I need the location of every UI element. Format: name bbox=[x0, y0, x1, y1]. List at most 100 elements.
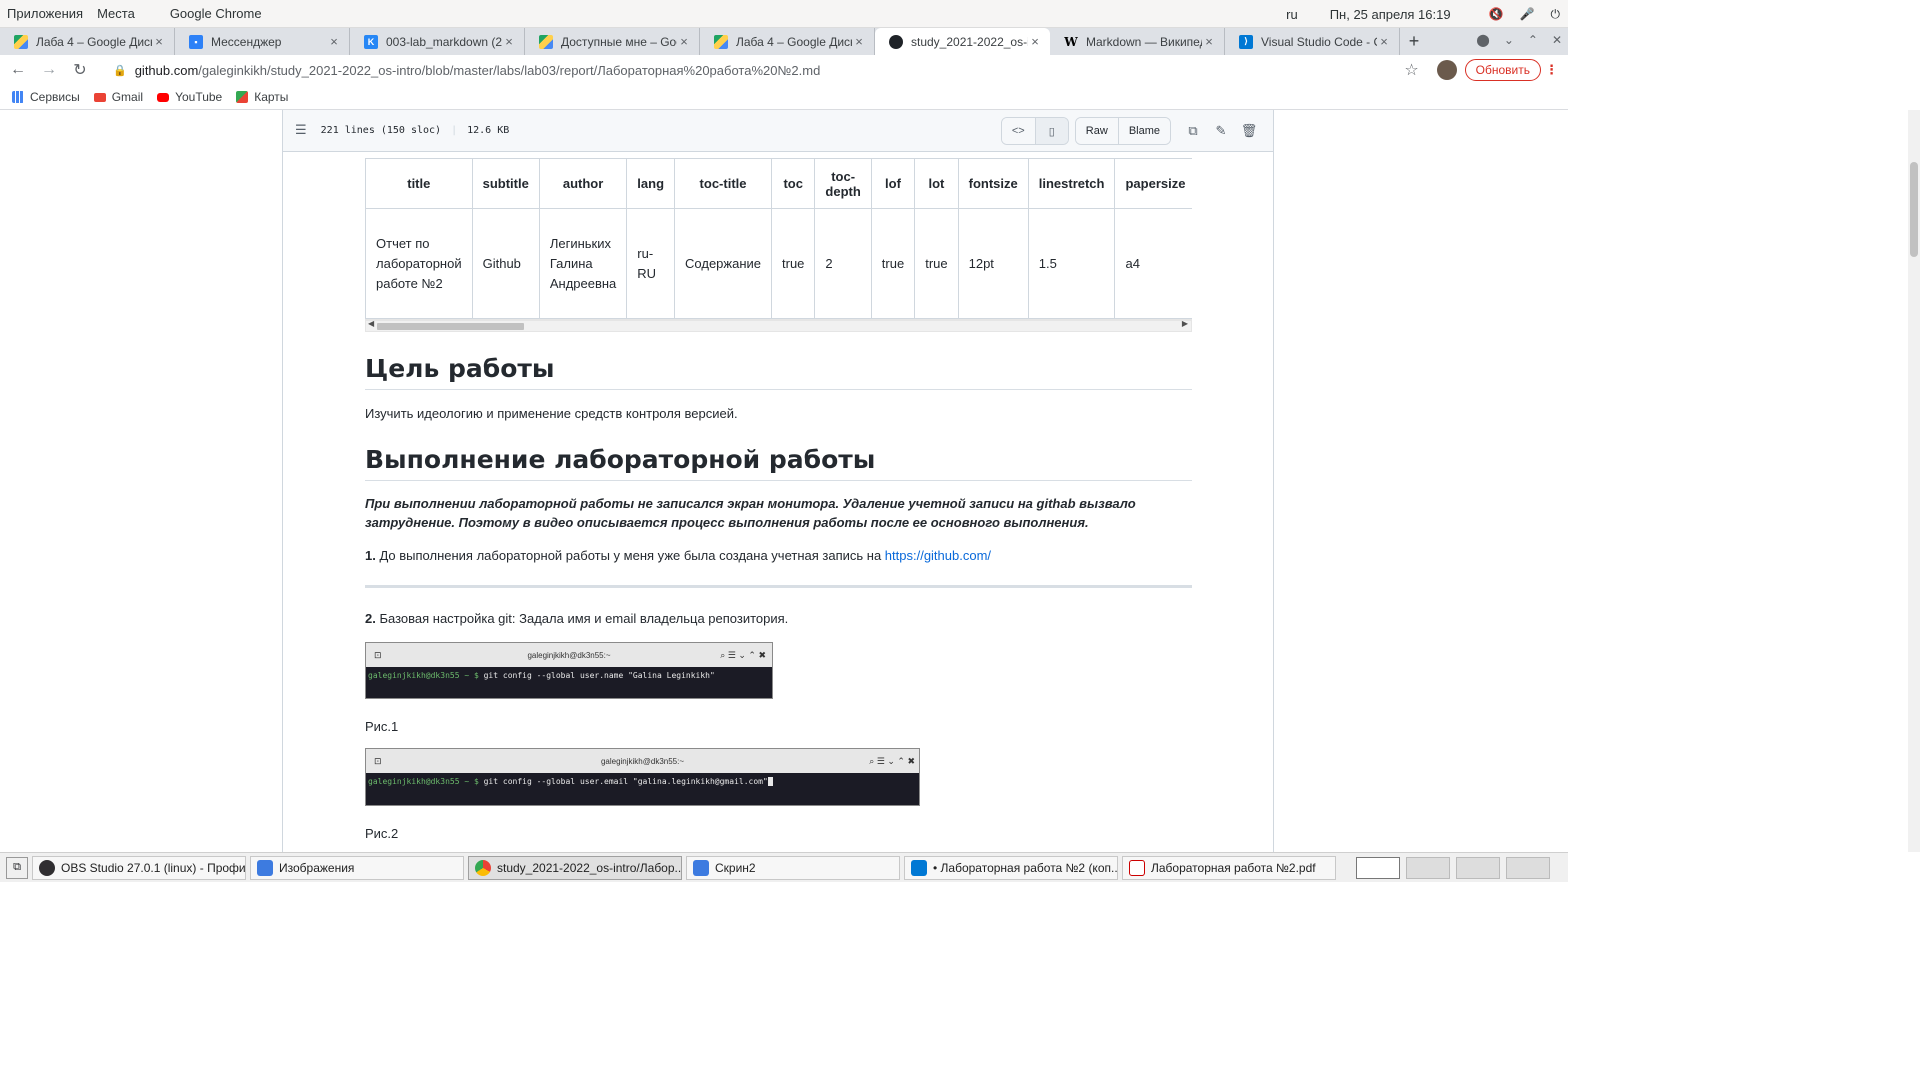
tab-title: Visual Studio Code - Code bbox=[1261, 34, 1377, 49]
code-view-icon[interactable]: <> bbox=[1001, 118, 1035, 144]
power-menu-icon[interactable]: ⏻ bbox=[1551, 7, 1561, 22]
terminal-buttons: ⌕ ☰ ⌄ ⌃ ✖ bbox=[720, 649, 766, 660]
table-cell: a4 bbox=[1114, 208, 1192, 319]
terminal-line: galeginjkikh@dk3n55 ~ $ git config --glo… bbox=[366, 773, 919, 790]
scrollbar-thumb[interactable] bbox=[377, 323, 524, 330]
keyboard-layout[interactable]: ru bbox=[1286, 7, 1298, 22]
table-header-row: title subtitle author lang toc-title toc… bbox=[365, 158, 1192, 209]
tab-strip: Лаба 4 – Google Диск × ▪ Мессенджер × K … bbox=[0, 28, 1568, 55]
update-chrome-button[interactable]: Обновить bbox=[1464, 59, 1541, 81]
chevron-up-icon[interactable]: ⌃ bbox=[1528, 33, 1538, 47]
outline-list-icon[interactable]: ☰ bbox=[295, 123, 307, 138]
preview-file-icon[interactable]: ▯ bbox=[1034, 118, 1068, 144]
tab-google-drive-1[interactable]: Лаба 4 – Google Диск × bbox=[0, 28, 175, 55]
tab-pdf[interactable]: K 003-lab_markdown (2).pdf × bbox=[350, 28, 525, 55]
line-count: 221 lines (150 sloc) bbox=[320, 125, 442, 136]
table-header: fontsize bbox=[957, 158, 1029, 209]
close-icon[interactable]: × bbox=[1028, 34, 1042, 49]
step-1-paragraph: 1. До выполнения лабораторной работы у м… bbox=[365, 546, 1192, 565]
address-bar[interactable]: 🔒 github.com/galeginkikh/study_2021-2022… bbox=[113, 57, 1404, 83]
show-desktop-icon[interactable]: ⧉ bbox=[6, 856, 28, 879]
divider: | bbox=[451, 125, 458, 136]
close-icon[interactable]: × bbox=[152, 34, 166, 49]
bookmark-youtube[interactable]: YouTube bbox=[157, 90, 222, 104]
gmail-icon bbox=[93, 92, 106, 102]
step-number: 1. bbox=[365, 548, 376, 563]
tab-title: 003-lab_markdown (2).pdf bbox=[386, 34, 502, 49]
vscode-icon bbox=[911, 859, 927, 876]
tab-vscode[interactable]: ⟩ Visual Studio Code - Code × bbox=[1225, 28, 1400, 55]
taskbar-obs[interactable]: OBS Studio 27.0.1 (linux) - Профи... bbox=[32, 855, 246, 880]
tab-github-active[interactable]: study_2021-2022_os-intro × bbox=[875, 28, 1050, 55]
workspace-4[interactable] bbox=[1506, 856, 1550, 879]
terminal-cursor bbox=[767, 777, 773, 786]
apps-menu[interactable]: Приложения bbox=[7, 6, 83, 21]
bookmark-services[interactable]: Сервисы bbox=[12, 90, 80, 104]
close-icon[interactable]: × bbox=[1377, 34, 1391, 49]
table-horizontal-scrollbar[interactable]: ◀ ▶ bbox=[365, 319, 1192, 332]
reload-icon[interactable]: ↻ bbox=[67, 60, 93, 80]
chrome-icon bbox=[475, 859, 491, 876]
tab-messenger[interactable]: ▪ Мессенджер × bbox=[175, 28, 350, 55]
taskbar-images[interactable]: Изображения bbox=[250, 855, 464, 880]
table-cell: Легиньких Галина Андреевна bbox=[538, 208, 628, 319]
blame-button[interactable]: Blame bbox=[1117, 118, 1170, 144]
back-arrow-icon[interactable]: ← bbox=[5, 61, 31, 79]
tab-title: Мессенджер bbox=[211, 34, 282, 49]
clock[interactable]: Пн, 25 апреля 16:19 bbox=[1330, 7, 1451, 22]
table-header: subtitle bbox=[471, 158, 540, 209]
bookmark-label: Gmail bbox=[111, 90, 144, 104]
maps-icon bbox=[236, 91, 249, 103]
places-menu[interactable]: Места bbox=[97, 6, 135, 21]
raw-button[interactable]: Raw bbox=[1075, 118, 1118, 144]
github-icon bbox=[889, 34, 903, 49]
copy-icon[interactable]: ⧉ bbox=[1179, 123, 1207, 139]
step-2-paragraph: 2. Базовая настройка git: Задала имя и e… bbox=[365, 609, 1192, 628]
edit-pencil-icon[interactable]: ✎ bbox=[1207, 123, 1235, 139]
bookmark-star-icon[interactable]: ☆ bbox=[1404, 60, 1418, 80]
workspace-3[interactable] bbox=[1456, 856, 1500, 879]
lock-icon[interactable]: 🔒 bbox=[113, 64, 127, 77]
tab-wikipedia[interactable]: W Markdown — Википедия × bbox=[1050, 28, 1225, 55]
close-window-icon[interactable]: ✕ bbox=[1552, 33, 1562, 47]
bookmark-gmail[interactable]: Gmail bbox=[93, 90, 144, 104]
taskbar-screenshot[interactable]: Скрин2 bbox=[686, 855, 900, 880]
tab-search-icon[interactable]: ⬤ bbox=[1476, 33, 1489, 47]
tab-google-drive-shared[interactable]: Доступные мне – Google Диск × bbox=[525, 28, 700, 55]
taskbar-pdf[interactable]: Лабораторная работа №2.pdf bbox=[1122, 855, 1336, 880]
table-cell: true bbox=[914, 208, 959, 319]
more-menu-icon[interactable]: ⋮ bbox=[1545, 62, 1558, 78]
close-icon[interactable]: × bbox=[502, 34, 516, 49]
profile-avatar[interactable] bbox=[1436, 60, 1457, 80]
step-number: 2. bbox=[365, 611, 376, 626]
new-tab-button[interactable]: + bbox=[1400, 28, 1428, 55]
table-cell: true bbox=[771, 208, 816, 319]
chevron-down-icon[interactable]: ⌄ bbox=[1504, 33, 1514, 47]
trash-icon[interactable]: 🗑 bbox=[1235, 123, 1263, 139]
close-icon[interactable]: × bbox=[1202, 34, 1216, 49]
taskbar-label: • Лабораторная работа №2 (коп... bbox=[933, 860, 1118, 875]
folder-icon bbox=[257, 859, 273, 876]
github-link[interactable]: https://github.com/ bbox=[885, 548, 991, 563]
taskbar-label: OBS Studio 27.0.1 (linux) - Профи... bbox=[61, 860, 246, 875]
page-vertical-scrollbar[interactable] bbox=[1908, 110, 1920, 852]
speaker-muted-icon[interactable]: 🔇 bbox=[1489, 7, 1504, 21]
tab-google-drive-2[interactable]: Лаба 4 – Google Диск × bbox=[700, 28, 875, 55]
close-icon[interactable]: × bbox=[852, 34, 866, 49]
workspace-1[interactable] bbox=[1356, 856, 1400, 879]
workspace-2[interactable] bbox=[1406, 856, 1450, 879]
active-app-menu[interactable]: Google Chrome bbox=[170, 6, 262, 21]
taskbar-vscode[interactable]: • Лабораторная работа №2 (коп... bbox=[904, 855, 1118, 880]
scroll-right-arrow-icon[interactable]: ▶ bbox=[1182, 319, 1188, 328]
scroll-left-arrow-icon[interactable]: ◀ bbox=[368, 319, 374, 328]
scrollbar-thumb[interactable] bbox=[1910, 162, 1918, 257]
close-icon[interactable]: × bbox=[327, 34, 341, 49]
taskbar-chrome[interactable]: study_2021-2022_os-intro/Лабор... bbox=[468, 855, 682, 880]
microphone-icon[interactable]: 🎤 bbox=[1520, 7, 1535, 21]
forward-arrow-icon[interactable]: → bbox=[36, 61, 62, 79]
google-drive-icon bbox=[539, 34, 553, 49]
document-icon bbox=[693, 859, 709, 876]
close-icon[interactable]: × bbox=[677, 34, 691, 49]
frontmatter-table: title subtitle author lang toc-title toc… bbox=[365, 158, 1192, 319]
bookmark-maps[interactable]: Карты bbox=[236, 90, 288, 104]
